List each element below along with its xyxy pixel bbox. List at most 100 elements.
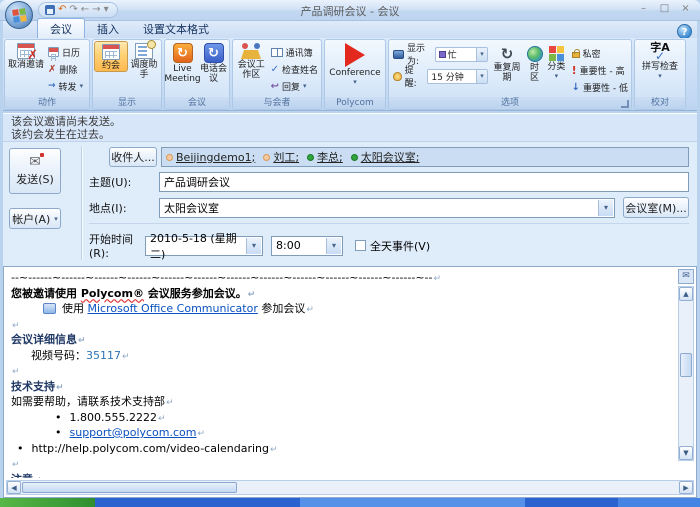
url-bullet: •http://help.polycom.com/video-calendari…	[11, 442, 671, 458]
conference-button[interactable]: Conference ▾	[326, 41, 384, 85]
reply-caret-icon: ▾	[303, 83, 307, 89]
scroll-right-icon[interactable]: ▶	[679, 481, 693, 494]
importance-high-button[interactable]: ! 重要性 - 高	[570, 62, 630, 78]
importance-high-label: 重要性 - 高	[580, 64, 625, 77]
forward-button[interactable]: → 转发 ▾	[46, 78, 85, 94]
meeting-workspace-button[interactable]: 会议工作区	[234, 41, 269, 80]
live-meeting-button[interactable]: ↻ Live Meeting	[166, 41, 199, 84]
field-separator	[89, 223, 689, 224]
location-combobox[interactable]: 太阳会议室 ▾	[159, 198, 615, 218]
video-number-line: 视频号码：35117↵	[11, 349, 671, 365]
to-button[interactable]: 收件人...	[109, 147, 157, 167]
categorize-button[interactable]: 分类 ▾	[547, 41, 566, 79]
recipient[interactable]: 刘工;	[263, 149, 299, 165]
phone-conference-button[interactable]: ↻ 电话会议	[199, 41, 228, 84]
check-names-button[interactable]: ✓ 检查姓名	[269, 61, 320, 77]
info-bar: 该会议邀请尚未发送。 该约会发生在过去。	[3, 113, 697, 142]
all-day-checkbox[interactable]: 全天事件(V)	[355, 238, 430, 254]
show-as-dropdown-icon[interactable]: ▾	[476, 48, 487, 61]
scroll-up-icon[interactable]: ▲	[679, 287, 693, 301]
tab-insert[interactable]: 插入	[85, 19, 131, 38]
timezone-button[interactable]: 时区	[526, 41, 543, 83]
undo-icon[interactable]: ↶	[58, 5, 66, 15]
minimize-button[interactable]: –	[635, 3, 652, 16]
spelling-caret-icon: ▾	[658, 73, 662, 79]
reminder-dropdown-icon[interactable]: ▾	[476, 70, 487, 83]
group-show: 约会 调度助手 显示	[92, 39, 162, 110]
vertical-scrollbar[interactable]: ▲ ▼	[678, 286, 694, 461]
spelling-label: 拼写检查	[642, 62, 678, 72]
recipient[interactable]: 太阳会议室;	[351, 149, 420, 165]
ribbon: ✗ 取消邀请 日历 ✗ 删除 → 转发 ▾	[3, 38, 697, 111]
location-dropdown-icon[interactable]: ▾	[598, 200, 613, 216]
message-body[interactable]: --~------~------~------~------~------~--…	[3, 266, 697, 498]
to-field[interactable]: Beijingdemo1; 刘工; 李总; 太阳会议室;	[161, 147, 689, 167]
private-button[interactable]: 私密	[570, 45, 630, 61]
delete-button[interactable]: ✗ 删除	[46, 61, 85, 77]
horizontal-scrollbar[interactable]: ◀ ▶	[6, 480, 694, 495]
scheduling-assistant-button[interactable]: 调度助手	[128, 41, 160, 80]
meeting-header: ✉ 发送(S) 帐户(A) ▾ 收件人... Beijingdemo1;	[3, 142, 697, 266]
appointment-button[interactable]: 约会	[94, 41, 128, 72]
message-text[interactable]: --~------~------~------~------~------~--…	[11, 271, 671, 478]
scroll-down-icon[interactable]: ▼	[679, 446, 693, 460]
reply-button[interactable]: ↩ 回复 ▾	[269, 78, 320, 94]
invite-line: 您被邀请使用 Polycom® 会议服务参加会议。↵	[11, 287, 671, 303]
send-envelope-icon: ✉	[29, 155, 41, 169]
send-button[interactable]: ✉ 发送(S)	[9, 148, 61, 194]
conference-caret-icon: ▾	[353, 79, 357, 85]
calendar-label: 日历	[62, 46, 80, 59]
start-button-strip[interactable]	[0, 498, 95, 507]
message-note-icon[interactable]: ✉	[678, 269, 694, 284]
taskbar-segment	[525, 498, 618, 507]
communicator-link[interactable]: Microsoft Office Communicator	[88, 302, 258, 315]
taskbar-button-strip[interactable]	[300, 498, 525, 507]
importance-low-button[interactable]: ↓ 重要性 - 低	[570, 79, 630, 95]
presence-away-icon	[166, 154, 173, 161]
reply-icon: ↩	[271, 81, 279, 92]
reminder-select[interactable]: 15 分钟 ▾	[427, 69, 488, 84]
dialog-launcher-icon[interactable]	[621, 100, 629, 108]
start-time-dropdown-icon[interactable]: ▾	[326, 238, 341, 254]
save-icon[interactable]	[45, 5, 55, 15]
start-date-combobox[interactable]: 2010-5-18 (星期二) ▾	[145, 236, 263, 256]
address-book-button[interactable]: 通讯簿	[269, 44, 320, 60]
recipient[interactable]: 李总;	[307, 149, 343, 165]
scroll-left-icon[interactable]: ◀	[7, 481, 21, 494]
redo-icon[interactable]: ↷	[69, 5, 77, 15]
checkbox-icon[interactable]	[355, 240, 366, 251]
spelling-button[interactable]: 字A ✓ 拼写检查 ▾	[637, 41, 683, 79]
help-icon[interactable]: ?	[677, 24, 692, 39]
address-book-label: 通讯簿	[286, 46, 313, 59]
tab-format-text[interactable]: 设置文本格式	[131, 19, 221, 38]
group-label-polycom: Polycom	[325, 97, 385, 109]
cancel-invitation-button[interactable]: ✗ 取消邀请	[6, 41, 46, 70]
importance-high-icon: !	[572, 64, 577, 77]
start-time-value: 8:00	[276, 239, 301, 252]
calendar-icon	[48, 47, 59, 57]
check-names-label: 检查姓名	[282, 63, 318, 76]
office-button[interactable]	[5, 1, 33, 29]
start-time-combobox[interactable]: 8:00 ▾	[271, 236, 343, 256]
show-as-select[interactable]: 忙 ▾	[435, 47, 488, 62]
taskbar-segment	[95, 498, 300, 507]
recipient[interactable]: Beijingdemo1;	[166, 151, 255, 164]
send-column: ✉ 发送(S) 帐户(A) ▾	[9, 148, 61, 229]
vertical-scroll-thumb[interactable]	[680, 353, 692, 377]
previous-item-icon[interactable]: ←	[81, 5, 89, 15]
next-item-icon[interactable]: →	[92, 5, 100, 15]
tab-meeting[interactable]: 会议	[37, 18, 85, 38]
close-button[interactable]: ×	[677, 3, 694, 16]
rooms-button[interactable]: 会议室(M)...	[623, 197, 689, 218]
account-button[interactable]: 帐户(A) ▾	[9, 208, 61, 229]
appointment-icon	[102, 44, 120, 60]
support-email-link[interactable]: support@polycom.com	[70, 426, 197, 439]
maximize-button[interactable]: □	[656, 3, 673, 16]
start-date-dropdown-icon[interactable]: ▾	[246, 238, 261, 254]
horizontal-scroll-thumb[interactable]	[22, 482, 237, 493]
qat-more-icon[interactable]: ▾	[104, 5, 109, 15]
recurrence-button[interactable]: ↻ 重复周期	[492, 41, 522, 83]
account-caret-icon: ▾	[54, 216, 58, 222]
subject-input[interactable]: 产品调研会议	[159, 172, 689, 192]
calendar-button[interactable]: 日历	[46, 44, 85, 60]
